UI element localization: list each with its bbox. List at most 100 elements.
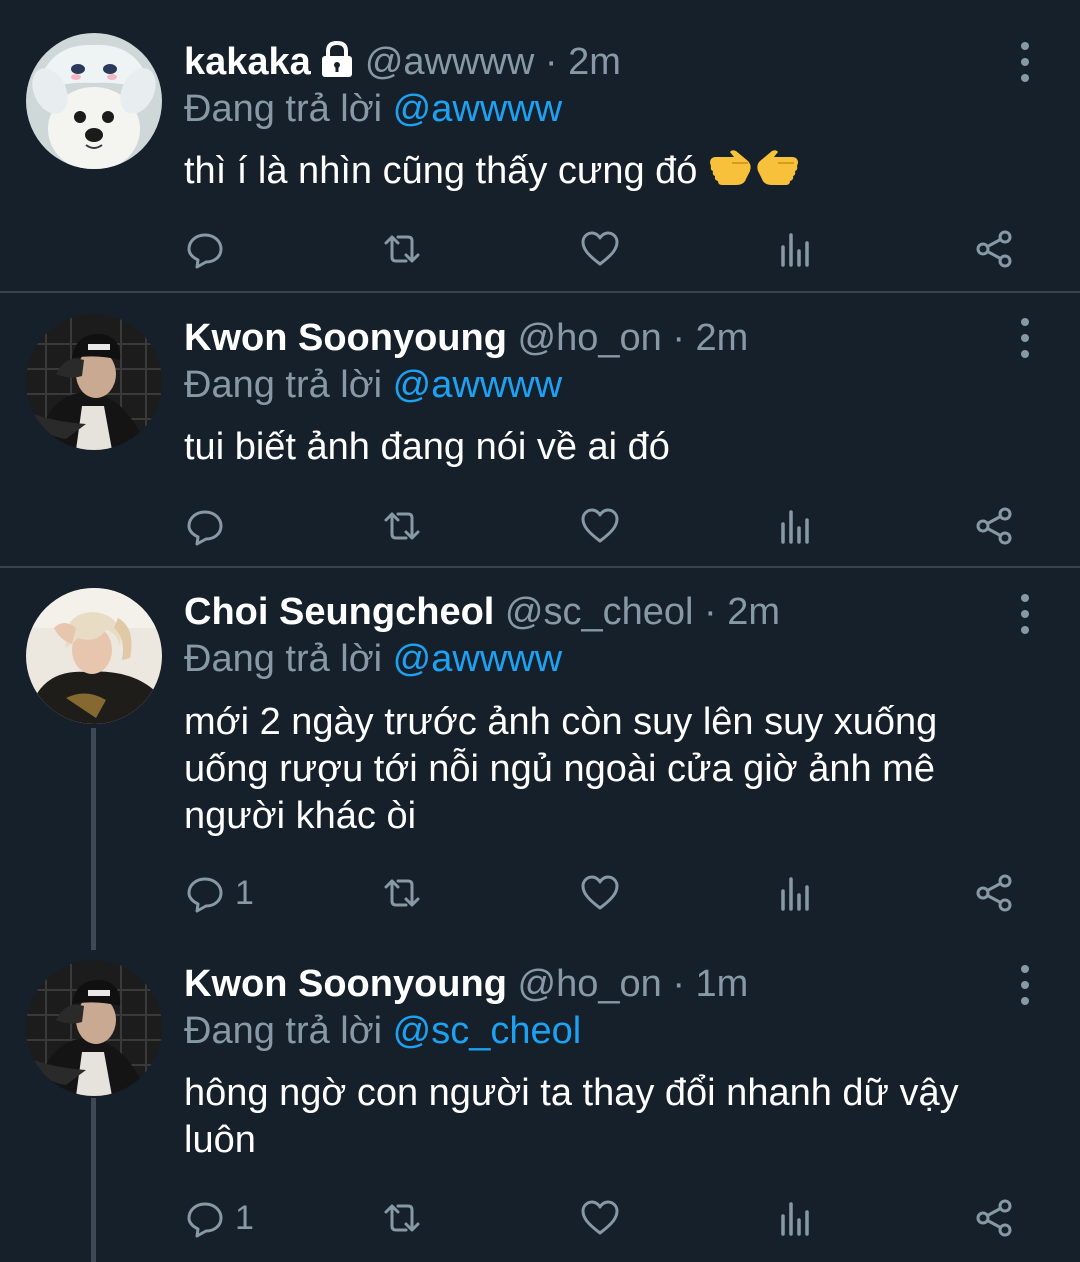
tweet-text-line: uống rượu tới nỗi ngủ ngoài cửa giờ ảnh …	[184, 748, 935, 790]
replying-to-handle[interactable]: @awwww	[393, 364, 562, 406]
pointing-right-emoji-icon	[754, 149, 800, 201]
reply-icon	[187, 1202, 223, 1238]
share-button[interactable]	[975, 1194, 1015, 1242]
replying-to: Đang trả lời @awwww	[184, 635, 562, 683]
analytics-icon	[781, 877, 809, 911]
like-icon	[581, 508, 619, 543]
reply-button[interactable]	[185, 502, 235, 550]
more-options-icon[interactable]	[1012, 965, 1038, 1005]
retweet-button[interactable]	[382, 1194, 422, 1242]
replying-to: Đang trả lời @awwww	[184, 85, 562, 133]
tweet-header: kakaka @awwww · 2m	[184, 38, 621, 86]
separator: ·	[704, 591, 717, 633]
tweet-actions	[0, 225, 1080, 273]
tweet-header: Kwon Soonyoung @ho_on · 2m	[184, 314, 748, 362]
tweet-2[interactable]: Kwon Soonyoung @ho_on · 2m Đang trả lời …	[0, 292, 1080, 568]
retweet-button[interactable]	[382, 869, 422, 917]
like-icon	[581, 1200, 619, 1235]
handle[interactable]: @ho_on	[518, 317, 662, 359]
replying-to-handle[interactable]: @sc_cheol	[393, 1010, 582, 1052]
like-button[interactable]	[580, 869, 620, 917]
tweet-text: tui biết ảnh đang nói về ai đó	[184, 424, 1014, 471]
replying-to-handle[interactable]: @awwww	[393, 88, 562, 130]
timestamp[interactable]: 2m	[696, 317, 749, 359]
dog-avatar-icon	[26, 33, 162, 169]
timestamp[interactable]: 2m	[568, 41, 621, 83]
timestamp[interactable]: 1m	[696, 963, 749, 1005]
timestamp[interactable]: 2m	[727, 591, 780, 633]
replying-to: Đang trả lời @sc_cheol	[184, 1007, 581, 1055]
analytics-button[interactable]	[777, 869, 817, 917]
more-options-icon[interactable]	[1012, 318, 1038, 358]
tweet-text: thì í là nhìn cũng thấy cưng đó	[184, 148, 1014, 201]
tweet-header: Choi Seungcheol @sc_cheol · 2m	[184, 588, 780, 636]
reply-icon	[187, 877, 223, 913]
analytics-icon	[781, 233, 809, 267]
avatar[interactable]	[26, 588, 162, 724]
tweet-3[interactable]: Choi Seungcheol @sc_cheol · 2m Đang trả …	[0, 568, 1080, 950]
handle[interactable]: @awwww	[365, 41, 534, 83]
avatar[interactable]	[26, 314, 162, 450]
retweet-button[interactable]	[382, 225, 422, 273]
replying-to-handle[interactable]: @awwww	[393, 638, 562, 680]
separator: ·	[544, 41, 558, 83]
analytics-icon	[781, 1202, 809, 1236]
reply-count: 1	[235, 874, 254, 912]
reply-icon	[187, 510, 223, 546]
like-button[interactable]	[580, 502, 620, 550]
share-icon	[976, 874, 1012, 912]
person-cap-avatar-icon	[26, 960, 162, 1096]
share-button[interactable]	[975, 869, 1015, 917]
lock-icon	[317, 40, 357, 90]
tweet-text-line: mới 2 ngày trước ảnh còn suy lên suy xuố…	[184, 701, 938, 743]
replying-to-label: Đang trả lời	[184, 88, 383, 130]
reply-icon	[187, 233, 223, 269]
display-name[interactable]: kakaka	[184, 41, 311, 83]
more-options-icon[interactable]	[1012, 594, 1038, 634]
display-name[interactable]: Kwon Soonyoung	[184, 317, 507, 359]
tweet-text-line: người khác òi	[184, 795, 417, 837]
tweet-1[interactable]: kakaka @awwww · 2m Đang trả lời @awwww th…	[0, 0, 1080, 292]
retweet-icon	[384, 512, 420, 540]
handle[interactable]: @ho_on	[518, 963, 662, 1005]
more-options-icon[interactable]	[1012, 42, 1038, 82]
reply-button[interactable]	[185, 225, 235, 273]
avatar[interactable]	[26, 33, 162, 169]
analytics-button[interactable]	[777, 225, 817, 273]
reply-button[interactable]: 1	[185, 1194, 254, 1242]
tweet-text-line: luôn	[184, 1119, 256, 1161]
tweet-text: mới 2 ngày trước ảnh còn suy lên suy xuố…	[184, 699, 1014, 840]
like-icon	[581, 875, 619, 910]
tweet-header: Kwon Soonyoung @ho_on · 1m	[184, 960, 748, 1008]
separator: ·	[672, 963, 685, 1005]
display-name[interactable]: Kwon Soonyoung	[184, 963, 507, 1005]
share-button[interactable]	[975, 225, 1015, 273]
separator: ·	[672, 317, 685, 359]
reply-count: 1	[235, 1199, 254, 1237]
handle[interactable]: @sc_cheol	[505, 591, 694, 633]
display-name[interactable]: Choi Seungcheol	[184, 591, 494, 633]
tweet-4[interactable]: Kwon Soonyoung @ho_on · 1m Đang trả lời …	[0, 950, 1080, 1262]
avatar[interactable]	[26, 960, 162, 1096]
retweet-icon	[384, 879, 420, 907]
like-icon	[581, 231, 619, 266]
replying-to-label: Đang trả lời	[184, 364, 383, 406]
retweet-icon	[384, 235, 420, 263]
like-button[interactable]	[580, 1194, 620, 1242]
tweet-text: hông ngờ con người ta thay đổi nhanh dữ …	[184, 1070, 1014, 1164]
reply-button[interactable]: 1	[185, 869, 254, 917]
replying-to-label: Đang trả lời	[184, 638, 383, 680]
retweet-button[interactable]	[382, 502, 422, 550]
person-blond-avatar-icon	[26, 588, 162, 724]
tweet-actions: 1	[0, 1194, 1080, 1242]
pointing-left-emoji-icon	[708, 149, 754, 201]
analytics-button[interactable]	[777, 1194, 817, 1242]
tweet-text-line: tui biết ảnh đang nói về ai đó	[184, 426, 670, 468]
replying-to: Đang trả lời @awwww	[184, 361, 562, 409]
retweet-icon	[384, 1204, 420, 1232]
share-button[interactable]	[975, 502, 1015, 550]
tweet-text-line: hông ngờ con người ta thay đổi nhanh dữ …	[184, 1072, 959, 1114]
share-icon	[976, 1199, 1012, 1237]
like-button[interactable]	[580, 225, 620, 273]
analytics-button[interactable]	[777, 502, 817, 550]
